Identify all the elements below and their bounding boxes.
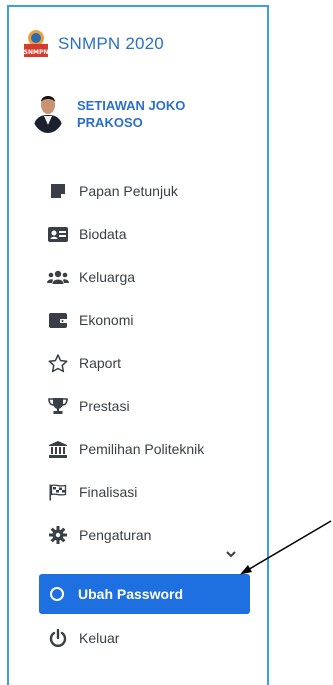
sidebar: SNMPN SNMPN 2020 SETIAWAN JOKO PRAKOSO P… <box>7 5 269 685</box>
menu-item-raport[interactable]: Raport <box>47 346 121 380</box>
menu-item-label: Papan Petunjuk <box>79 183 178 199</box>
menu-item-ekonomi[interactable]: Ekonomi <box>47 303 133 337</box>
users-icon <box>47 267 69 287</box>
brand[interactable]: SNMPN SNMPN 2020 <box>23 29 164 59</box>
avatar <box>31 87 65 133</box>
institution-icon <box>47 439 69 459</box>
menu-item-biodata[interactable]: Biodata <box>47 217 126 251</box>
menu-item-keluar[interactable]: Keluar <box>47 621 119 655</box>
circle-icon <box>50 587 64 601</box>
submenu-item-ubah-password[interactable]: Ubah Password <box>39 574 250 614</box>
menu-item-pemilihan-politeknik[interactable]: Pemilihan Politeknik <box>47 432 204 466</box>
checkered-flag-icon <box>47 482 69 502</box>
menu-item-keluarga[interactable]: Keluarga <box>47 260 135 294</box>
snmpn-logo-icon: SNMPN <box>23 29 49 59</box>
trophy-icon <box>47 396 69 416</box>
menu-item-label: Finalisasi <box>79 484 138 500</box>
menu-item-label: Raport <box>79 355 122 371</box>
gear-icon <box>47 525 69 545</box>
menu-item-label: Keluarga <box>79 269 136 285</box>
menu-item-label: Pemilihan Politeknik <box>79 441 205 457</box>
menu-item-papan-petunjuk[interactable]: Papan Petunjuk <box>47 174 178 208</box>
id-card-icon <box>47 224 69 244</box>
menu-item-label: Prestasi <box>79 398 130 414</box>
logo-text: SNMPN <box>24 49 49 56</box>
menu-item-finalisasi[interactable]: Finalisasi <box>47 475 137 509</box>
menu-item-label: Biodata <box>79 226 127 242</box>
menu-item-label: Pengaturan <box>79 527 152 543</box>
wallet-icon <box>47 310 69 330</box>
user-profile[interactable]: SETIAWAN JOKO PRAKOSO <box>31 87 227 133</box>
star-icon <box>47 353 69 373</box>
menu-item-label: Ekonomi <box>79 312 134 328</box>
note-icon <box>47 181 69 201</box>
menu-item-label: Keluar <box>79 630 120 646</box>
submenu-item-label: Ubah Password <box>78 586 184 602</box>
menu-item-pengaturan[interactable]: Pengaturan <box>47 518 151 552</box>
user-name: SETIAWAN JOKO PRAKOSO <box>77 98 186 130</box>
annotation-arrow <box>240 520 332 575</box>
app-title: SNMPN 2020 <box>58 34 164 53</box>
menu-item-prestasi[interactable]: Prestasi <box>47 389 130 423</box>
power-icon <box>47 628 69 648</box>
